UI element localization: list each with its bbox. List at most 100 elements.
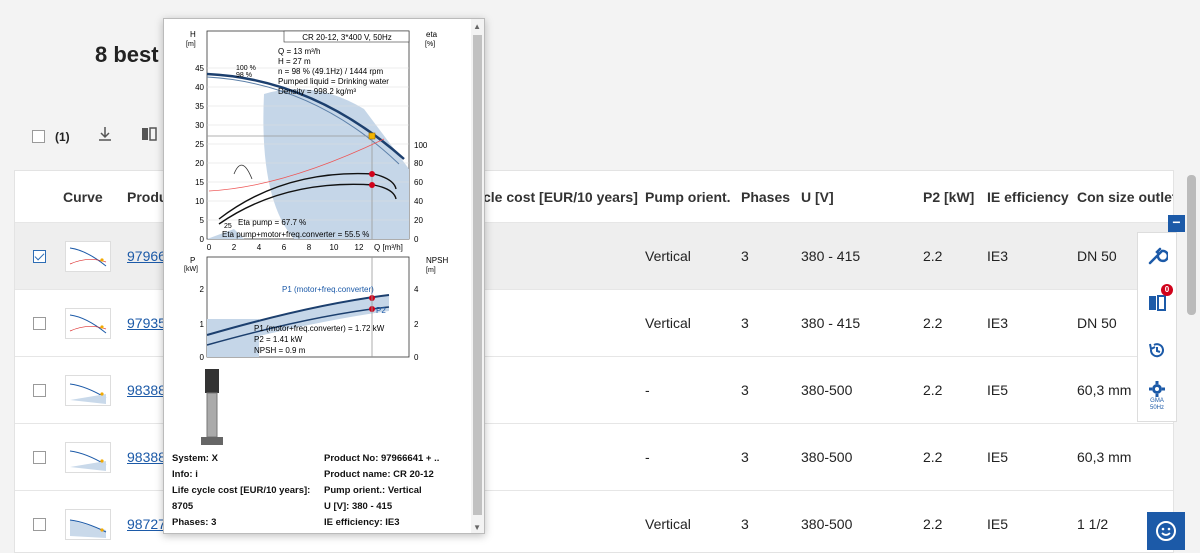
q-line: Q = 13 m³/h bbox=[278, 47, 320, 56]
h-line: H = 27 m bbox=[278, 57, 311, 66]
h-axis-unit: [m] bbox=[186, 41, 196, 48]
h-tick: 40 bbox=[195, 83, 204, 92]
smiley-icon bbox=[1156, 521, 1176, 541]
row-checkbox[interactable] bbox=[33, 249, 46, 263]
info-lcc-label: Life cycle cost [EUR/10 years]: bbox=[172, 485, 311, 496]
npsh-value: NPSH = 0.9 m bbox=[254, 346, 306, 355]
compare-icon[interactable] bbox=[140, 125, 158, 148]
curve-thumbnail[interactable] bbox=[65, 241, 111, 272]
p2-curve-label: P2 bbox=[376, 306, 386, 315]
curve-thumbnail[interactable] bbox=[65, 442, 111, 473]
eta-tick: 100 bbox=[414, 141, 428, 150]
info-lcc-value: 8705 bbox=[172, 501, 194, 512]
p2-cell: 2.2 bbox=[923, 449, 943, 465]
phases-cell: 3 bbox=[741, 382, 749, 398]
h-tick: 30 bbox=[195, 121, 204, 130]
ie-cell: IE5 bbox=[987, 382, 1009, 398]
history-button[interactable] bbox=[1137, 328, 1177, 372]
curve-thumbnail[interactable] bbox=[65, 509, 111, 540]
phases-cell: 3 bbox=[741, 315, 749, 331]
q-tick: 12 bbox=[355, 243, 364, 252]
history-icon bbox=[1149, 343, 1164, 358]
product-link[interactable]: 97935 bbox=[127, 315, 166, 331]
con-cell: 60,3 mm bbox=[1077, 449, 1132, 465]
eta-total-label: Eta pump+motor+freq.converter = 55.5 % bbox=[222, 230, 369, 239]
q-tick: 10 bbox=[330, 243, 339, 252]
product-link[interactable]: 97966 bbox=[127, 248, 166, 264]
npsh-tick: 0 bbox=[414, 353, 419, 362]
con-cell: DN 50 bbox=[1077, 248, 1117, 264]
h-tick: 10 bbox=[195, 197, 204, 206]
eta-axis-label: eta bbox=[426, 30, 438, 39]
ie-cell: IE5 bbox=[987, 449, 1009, 465]
row-checkbox[interactable] bbox=[33, 316, 46, 330]
feedback-button[interactable] bbox=[1147, 512, 1185, 550]
curve-98-label: 98 % bbox=[236, 72, 252, 79]
q-tick: 8 bbox=[307, 243, 312, 252]
info-right: Product No: 97966641 + .. Product name: … bbox=[324, 451, 439, 531]
scroll-up-icon[interactable]: ▲ bbox=[473, 22, 481, 31]
col-con[interactable]: Con size outlet bbox=[1077, 189, 1173, 205]
page-scrollbar[interactable] bbox=[1187, 175, 1196, 315]
curve-popup: CR 20-12, 3*400 V, 50Hz H [m] eta [%] Q … bbox=[163, 18, 485, 534]
col-u[interactable]: U [V] bbox=[801, 189, 834, 205]
p2-cell: 2.2 bbox=[923, 315, 943, 331]
page: 8 best (1) Curve Produ cle cost [EUR/10 … bbox=[0, 0, 1200, 553]
col-phases[interactable]: Phases bbox=[741, 189, 790, 205]
selected-count: (1) bbox=[55, 129, 70, 144]
row-checkbox[interactable] bbox=[33, 450, 46, 464]
npsh-tick: 2 bbox=[414, 320, 419, 329]
h-tick: 0 bbox=[200, 235, 205, 244]
product-link[interactable]: 98727 bbox=[127, 516, 166, 532]
col-curve[interactable]: Curve bbox=[63, 189, 103, 205]
npsh-tick: 4 bbox=[414, 285, 419, 294]
collapse-button[interactable]: − bbox=[1168, 215, 1185, 232]
settings-freq: 50Hz bbox=[1149, 405, 1164, 411]
wrench-icon bbox=[1148, 247, 1168, 265]
row-checkbox[interactable] bbox=[33, 517, 46, 531]
col-ie[interactable]: IE efficiency bbox=[987, 189, 1069, 205]
page-title: 8 best bbox=[95, 42, 159, 67]
curve-thumbnail[interactable] bbox=[65, 375, 111, 406]
orient-cell: Vertical bbox=[645, 315, 691, 331]
p2-cell: 2.2 bbox=[923, 516, 943, 532]
eta-tick: 60 bbox=[414, 178, 423, 187]
ie-cell: IE5 bbox=[987, 516, 1009, 532]
info-ie: IE efficiency: IE3 bbox=[324, 517, 400, 528]
p2-cell: 2.2 bbox=[923, 248, 943, 264]
select-all-checkbox[interactable] bbox=[32, 130, 45, 143]
h-tick: 15 bbox=[195, 178, 204, 187]
col-orient[interactable]: Pump orient. bbox=[645, 189, 731, 205]
download-icon[interactable] bbox=[96, 125, 114, 148]
compare-side-button[interactable]: 0 bbox=[1137, 280, 1177, 324]
col-p2[interactable]: P2 [kW] bbox=[923, 189, 974, 205]
col-lcc[interactable]: cle cost [EUR/10 years] bbox=[483, 189, 638, 205]
product-link[interactable]: 98388 bbox=[127, 382, 166, 398]
col-product[interactable]: Produ bbox=[127, 189, 167, 205]
info-system: System: X bbox=[172, 453, 218, 464]
eta-point-2 bbox=[369, 182, 375, 188]
row-checkbox[interactable] bbox=[33, 383, 46, 397]
info-product-name: Product name: CR 20-12 bbox=[324, 469, 434, 480]
u-cell: 380-500 bbox=[801, 382, 853, 398]
tools-button[interactable] bbox=[1137, 234, 1177, 278]
info-phases: Phases: 3 bbox=[172, 517, 217, 528]
ie-cell: IE3 bbox=[987, 315, 1009, 331]
scroll-down-icon[interactable]: ▼ bbox=[473, 523, 481, 532]
liquid-line: Pumped liquid = Drinking water bbox=[278, 77, 389, 86]
popup-scrollbar[interactable]: ▲ ▼ bbox=[471, 19, 484, 533]
u-cell: 380 - 415 bbox=[801, 315, 861, 331]
popup-scroll-thumb[interactable] bbox=[473, 35, 482, 515]
p2-cell: 2.2 bbox=[923, 382, 943, 398]
curve-thumbnail[interactable] bbox=[65, 308, 111, 339]
h-tick: 5 bbox=[200, 216, 205, 225]
orient-cell: - bbox=[645, 449, 650, 465]
con-cell: 60,3 mm bbox=[1077, 382, 1132, 398]
ie-cell: IE3 bbox=[987, 248, 1009, 264]
product-link[interactable]: 98388 bbox=[127, 449, 166, 465]
curve-100-label: 100 % bbox=[236, 65, 256, 72]
p-tick: 0 bbox=[200, 353, 205, 362]
orient-cell: - bbox=[645, 382, 650, 398]
density-line: Density = 998.2 kg/m³ bbox=[278, 87, 356, 96]
settings-button[interactable]: GMA 50Hz bbox=[1137, 374, 1177, 418]
